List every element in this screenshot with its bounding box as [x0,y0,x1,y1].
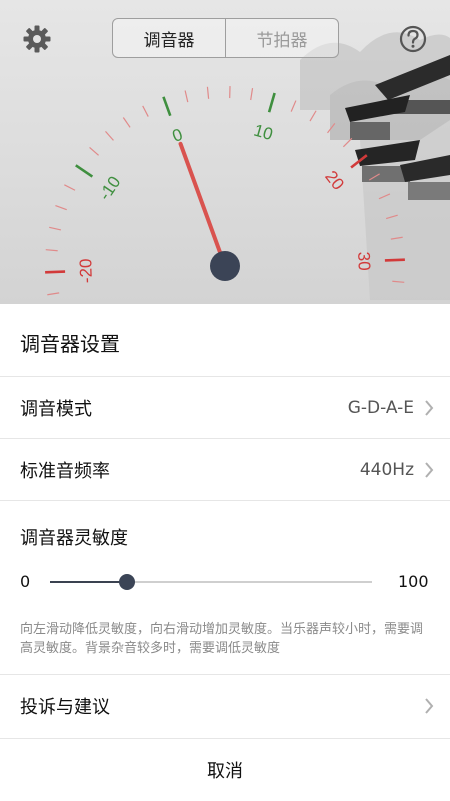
needle-hub [210,251,240,281]
slider-fill [50,581,127,583]
gauge-tick-label: -10 [95,173,124,204]
gauge-tick-label: 20 [321,167,348,194]
gauge-tick-label: 30 [354,251,374,271]
gauge-tick-label: 0 [170,125,185,146]
gauge-minor-tick [207,87,208,99]
gauge-minor-tick [185,90,188,102]
gauge-major-tick [269,93,275,112]
cancel-button[interactable]: 取消 [0,738,450,801]
sensitivity-hint: 向左滑动降低灵敏度，向右滑动增加灵敏度。当乐器声较小时，需要调高灵敏度。背景杂音… [20,620,435,658]
gauge-minor-tick [251,88,253,100]
gauge-minor-tick [123,117,130,127]
reference-pitch-label: 标准音频率 [20,457,110,483]
gauge-minor-tick [55,206,66,210]
gauge-minor-tick [291,101,296,112]
chevron-right-icon [424,698,434,714]
gauge-minor-tick [105,131,113,140]
mode-tabs: 调音器 节拍器 [112,18,339,58]
settings-sheet: 调音器设置 调音模式 G-D-A-E 标准音频率 440Hz 调音器灵敏度 0 … [0,304,450,800]
gauge-tick-label: 10 [252,121,275,144]
slider-thumb[interactable] [119,574,135,590]
sensitivity-label: 调音器灵敏度 [20,524,128,550]
reference-pitch-value: 440Hz [360,460,414,480]
gauge-minor-tick [49,227,61,230]
feedback-row[interactable]: 投诉与建议 [0,674,450,737]
feedback-label: 投诉与建议 [20,693,110,719]
reference-pitch-row[interactable]: 标准音频率 440Hz [0,438,450,501]
tuner-area: -30-20-1001020304050 调音器 节拍器 [0,0,450,304]
gauge-major-tick [45,272,65,273]
tab-metronome[interactable]: 节拍器 [225,19,338,57]
gauge-major-tick [385,260,405,261]
gauge-minor-tick [310,111,316,121]
gauge-minor-tick [64,185,75,190]
gear-icon[interactable] [22,24,52,54]
chevron-right-icon [424,400,434,416]
slider-max-label: 100 [398,572,429,591]
tuning-mode-row[interactable]: 调音模式 G-D-A-E [0,376,450,439]
gauge-minor-tick [90,147,99,155]
tab-tuner[interactable]: 调音器 [113,19,225,57]
gauge-minor-tick [46,250,58,251]
gauge-minor-tick [143,106,148,117]
gauge-major-tick [76,165,93,176]
chevron-right-icon [424,462,434,478]
tuner-needle [181,144,225,266]
tuning-mode-value: G-D-A-E [348,398,414,418]
slider-min-label: 0 [20,572,30,591]
gauge-major-tick [163,97,170,116]
sensitivity-slider[interactable] [50,581,372,583]
divider [0,500,450,501]
question-circle-icon[interactable] [398,24,428,54]
gauge-minor-tick [47,293,59,295]
sheet-title: 调音器设置 [20,328,120,357]
gauge-tick-label: -20 [76,258,96,283]
tuning-mode-label: 调音模式 [20,395,92,421]
